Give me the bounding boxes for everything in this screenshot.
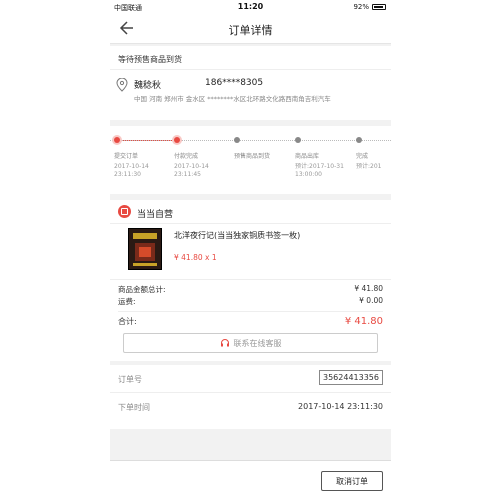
book-cover-image — [128, 228, 162, 270]
grand-total-label: 合计: — [118, 317, 137, 326]
shipping-address: 魏稔秋 186****8305 中国 河南 郑州市 金水区 ********水区… — [110, 70, 391, 120]
progress-dot-icon — [234, 137, 240, 143]
progress-dot-icon — [114, 137, 120, 143]
battery-icon — [372, 4, 386, 10]
grand-total-value: ¥ 41.80 — [344, 316, 383, 327]
progress-step-label: 商品出库 — [295, 153, 320, 160]
progress-step-label: 完成 — [356, 153, 369, 160]
shop-header: 当当自营 — [110, 200, 391, 224]
contact-service-button[interactable]: 联系在线客服 — [123, 333, 378, 353]
goods-total-label: 商品金额总计: — [118, 285, 166, 294]
progress-step-date: 预计:2017-10-31 — [295, 163, 344, 170]
progress-step: 完成预计:201 — [356, 137, 391, 171]
location-pin-icon — [116, 78, 128, 92]
service-area: 联系在线客服 — [110, 331, 391, 361]
contact-service-label: 联系在线客服 — [233, 338, 282, 348]
price-summary: 商品金额总计: ¥ 41.80 运费: ¥ 0.00 合计: ¥ 41.80 — [110, 279, 391, 331]
shipping-fee-label: 运费: — [118, 297, 136, 306]
progress-step: 预售商品到货 — [234, 137, 290, 163]
shipping-fee-value: ¥ 0.00 — [359, 296, 383, 305]
order-number-value[interactable]: 35624413356 — [319, 370, 383, 385]
product-name: 北洋夜行记(当当独家铜质书签一枚) — [174, 231, 301, 240]
nav-bar: 订单详情 — [110, 14, 391, 44]
progress-dot-icon — [174, 137, 180, 143]
phone-screen: 中国联通 11:20 92% 订单详情 等待预售商品到货 魏稔秋 186****… — [110, 0, 391, 500]
headset-icon — [220, 339, 229, 347]
shop-logo-icon — [118, 205, 131, 218]
order-time-label: 下单时间 — [118, 403, 150, 412]
progress-step-time: 23:11:45 — [174, 171, 201, 178]
address-detail: 中国 河南 郑州市 金水区 ********水区北环路文化路西南角吉利汽车 — [134, 95, 331, 103]
product-price: ¥ 41.80 x 1 — [174, 253, 217, 262]
progress-step: 商品出库预计:2017-10-31 13:00:00 — [295, 137, 351, 179]
cancel-order-button[interactable]: 取消订单 — [321, 471, 383, 491]
shop-card: 当当自营 北洋夜行记(当当独家铜质书签一枚) ¥ 41.80 x 1 商品金额总… — [110, 200, 391, 361]
progress-step-label: 付款完成 — [174, 153, 199, 160]
progress-step-time: 13:00:00 — [295, 171, 322, 178]
bottom-action-bar: 取消订单 — [110, 460, 391, 500]
progress-dot-icon — [356, 137, 362, 143]
progress-step-date: 2017-10-14 — [174, 163, 209, 170]
clock: 11:20 — [237, 2, 264, 11]
order-meta: 订单号 35624413356 下单时间 2017-10-14 23:11:30 — [110, 365, 391, 429]
progress-step-label: 提交订单 — [114, 153, 139, 160]
order-number-row: 订单号 35624413356 — [110, 365, 391, 393]
progress-step-time: 23:11:30 — [114, 171, 141, 178]
progress-step: 付款完成 2017-10-14 23:11:45 — [174, 137, 230, 179]
shop-name: 当当自营 — [137, 210, 174, 220]
progress-dot-icon — [295, 137, 301, 143]
recipient-name: 魏稔秋 — [134, 81, 162, 91]
progress-step-label: 预售商品到货 — [234, 153, 271, 160]
progress-step-date: 预计:201 — [356, 163, 382, 170]
battery-percent: 92% — [353, 3, 369, 11]
recipient-phone: 186****8305 — [205, 78, 264, 88]
progress-step: 提交订单 2017-10-14 23:11:30 — [114, 137, 170, 179]
status-bar: 中国联通 11:20 92% — [110, 0, 391, 14]
order-progress: 提交订单 2017-10-14 23:11:30 付款完成 2017-10-14 23:1… — [110, 126, 391, 194]
order-number-label: 订单号 — [118, 375, 142, 384]
page-title: 订单详情 — [228, 24, 273, 37]
product-item[interactable]: 北洋夜行记(当当独家铜质书签一枚) ¥ 41.80 x 1 — [110, 224, 391, 279]
goods-total-value: ¥ 41.80 — [354, 284, 383, 293]
order-status-text: 等待预售商品到货 — [110, 46, 391, 70]
order-info-card: 等待预售商品到货 魏稔秋 186****8305 中国 河南 郑州市 金水区 *… — [110, 46, 391, 120]
progress-step-date: 2017-10-14 — [114, 163, 149, 170]
order-time-row: 下单时间 2017-10-14 23:11:30 — [110, 393, 391, 429]
order-time-value: 2017-10-14 23:11:30 — [298, 402, 383, 411]
